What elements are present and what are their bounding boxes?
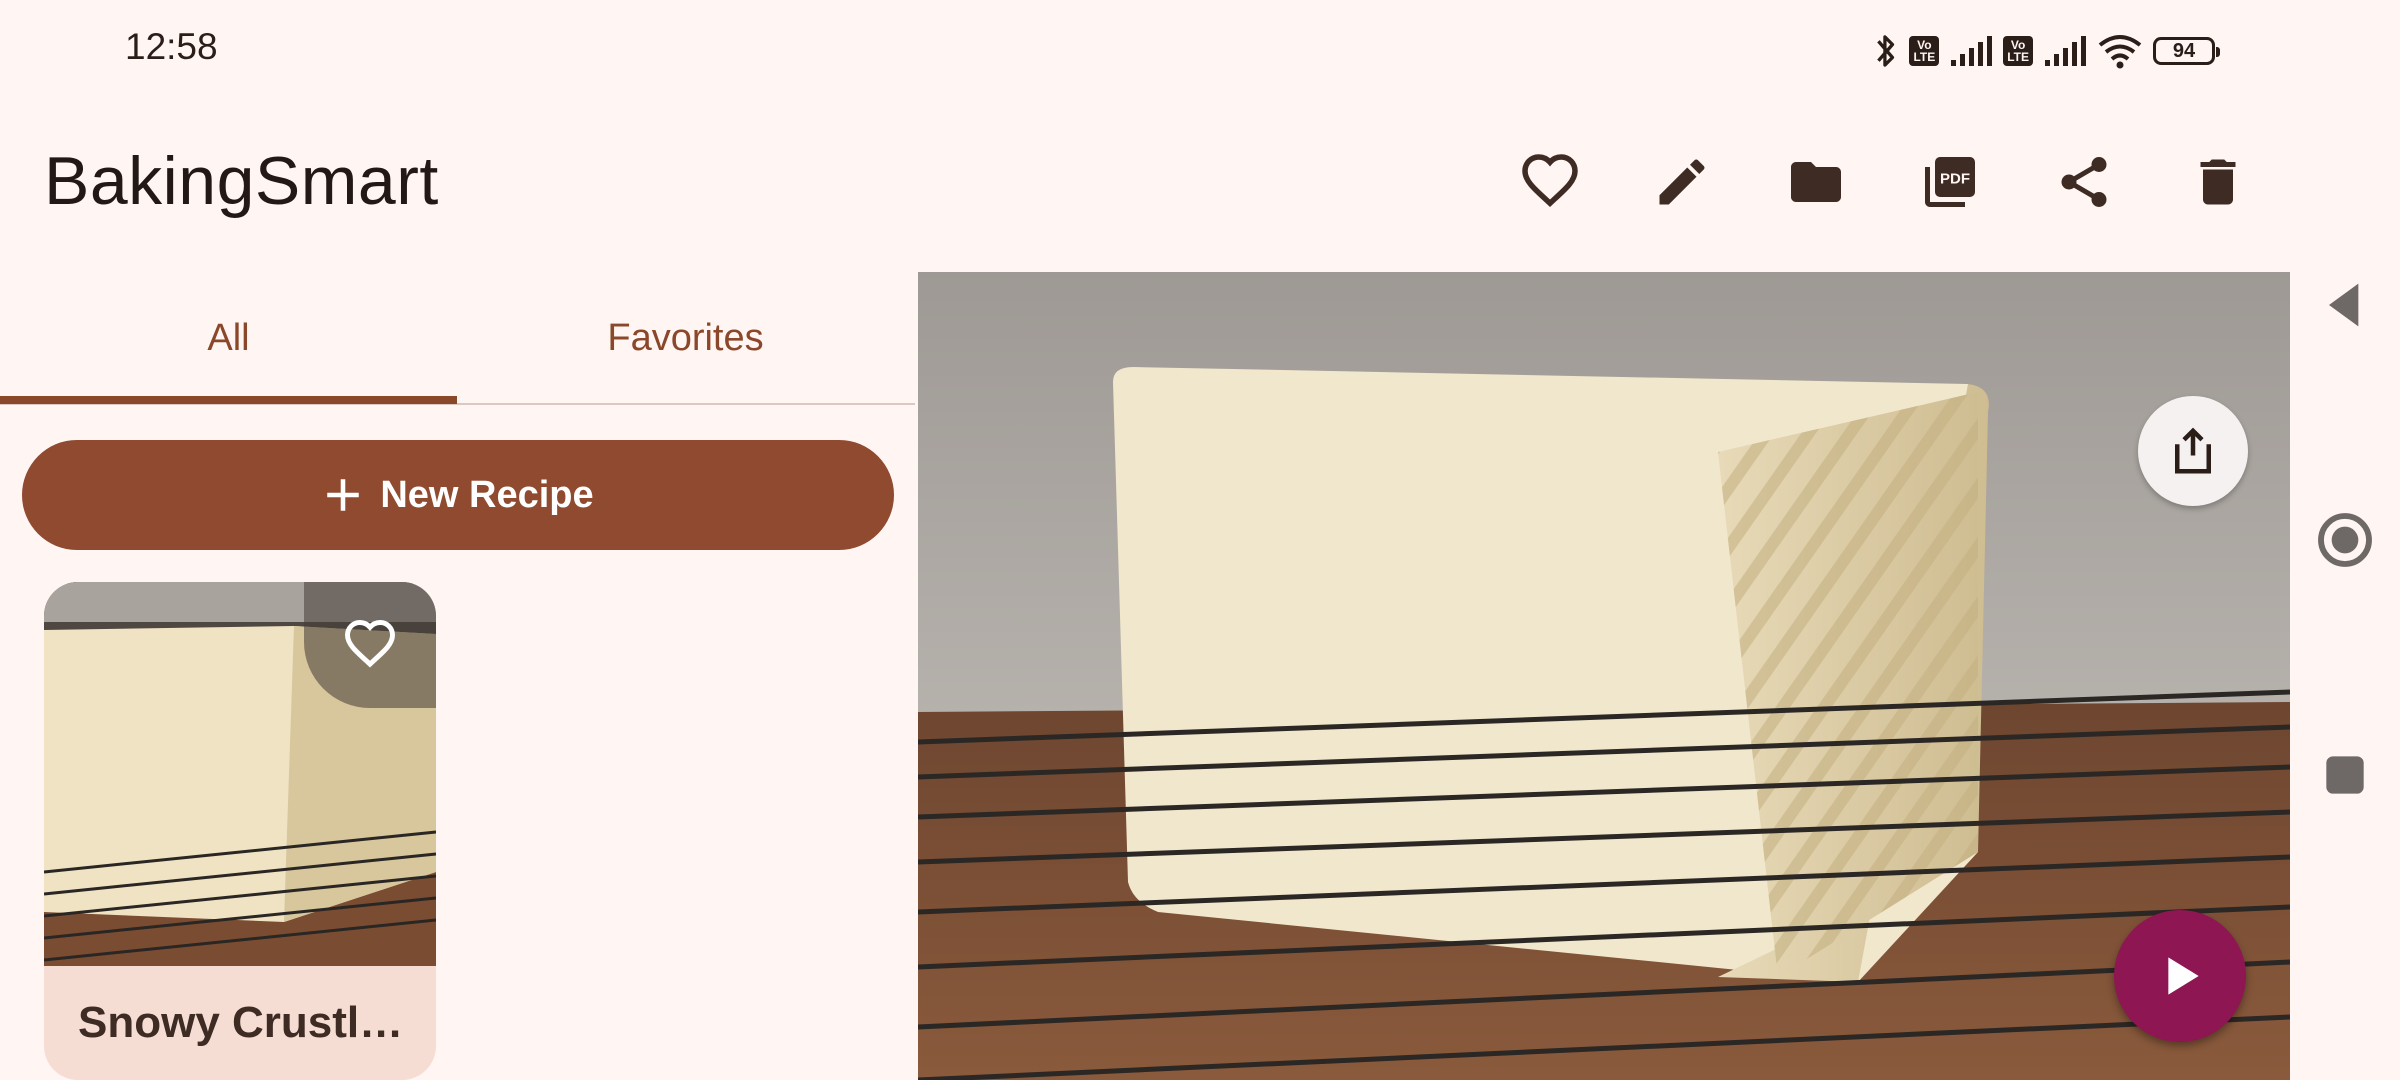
edit-icon xyxy=(1659,159,1705,205)
share-icon xyxy=(2061,157,2107,207)
delete-button[interactable] xyxy=(2176,140,2260,224)
recipe-card-title: Snowy Crustl… xyxy=(78,998,404,1047)
home-icon xyxy=(2318,513,2372,567)
status-clock: 12:58 xyxy=(125,26,218,67)
new-recipe-button[interactable]: New Recipe xyxy=(22,440,894,550)
app-bar: BakingSmart PDF xyxy=(0,100,2290,270)
share-image-button[interactable] xyxy=(2138,396,2248,506)
heart-outline-icon xyxy=(1522,154,1578,208)
new-recipe-label: New Recipe xyxy=(380,473,594,516)
recents-icon xyxy=(2326,756,2364,794)
svg-text:PDF: PDF xyxy=(1940,170,1970,187)
favorite-button[interactable] xyxy=(1508,140,1592,224)
folder-button[interactable] xyxy=(1774,140,1858,224)
app-title: BakingSmart xyxy=(44,143,439,219)
back-button[interactable] xyxy=(2290,250,2400,360)
recipe-detail-pane xyxy=(918,272,2290,1080)
signal-icon xyxy=(1951,36,1993,66)
heart-outline-icon xyxy=(345,620,395,668)
recipe-card[interactable]: Snowy Crustl… xyxy=(44,582,436,1080)
share-button[interactable] xyxy=(2042,140,2126,224)
tab-bar: All Favorites xyxy=(0,270,915,406)
signal-icon xyxy=(2045,36,2086,66)
pdf-button[interactable]: PDF xyxy=(1908,140,1992,224)
pdf-icon: PDF xyxy=(1925,157,1975,207)
tab-favorites[interactable]: Favorites xyxy=(457,270,914,406)
system-navigation-bar xyxy=(2290,0,2400,1080)
tab-all[interactable]: All xyxy=(0,270,457,406)
status-icons: Vo LTE Vo LTE 94 xyxy=(1873,26,2220,76)
battery-icon: 94 xyxy=(2153,37,2220,65)
wifi-icon xyxy=(2098,35,2142,69)
home-button[interactable] xyxy=(2290,485,2400,595)
play-icon xyxy=(2168,957,2199,995)
edit-button[interactable] xyxy=(1640,140,1724,224)
volte-icon: Vo LTE xyxy=(2003,36,2033,66)
status-bar: 12:58 Vo LTE Vo LTE 94 xyxy=(0,0,2290,100)
folder-icon xyxy=(1791,162,1841,202)
recents-button[interactable] xyxy=(2290,720,2400,830)
volte-icon: Vo LTE xyxy=(1909,36,1940,66)
back-icon xyxy=(2329,283,2359,327)
tab-indicator xyxy=(0,396,457,404)
plus-icon xyxy=(327,479,360,511)
card-favorite-button[interactable] xyxy=(304,582,436,708)
recipe-hero-image xyxy=(918,272,2290,1080)
recipe-list-pane: All Favorites New Recipe Snowy Crustl… xyxy=(0,270,915,1080)
play-button[interactable] xyxy=(2114,910,2246,1042)
delete-icon xyxy=(2200,159,2236,205)
bluetooth-icon xyxy=(1877,35,1895,67)
share-image-icon xyxy=(2175,427,2211,474)
